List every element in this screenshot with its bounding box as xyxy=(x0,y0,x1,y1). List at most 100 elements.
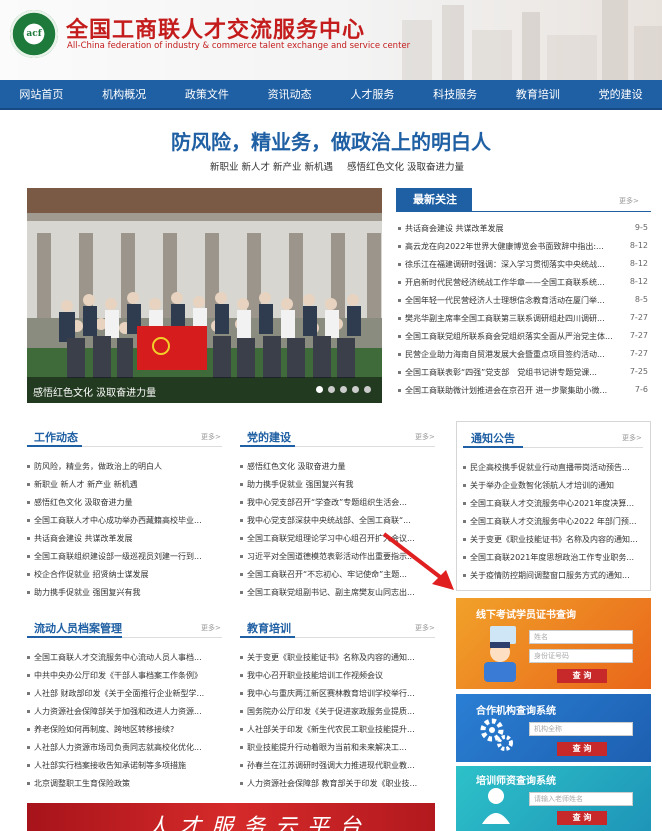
bullet-icon xyxy=(240,519,243,522)
slider-dot-5[interactable] xyxy=(364,386,371,393)
latest-more-link[interactable]: 更多> xyxy=(619,196,639,206)
edu-item[interactable]: 国务院办公厅印发《关于促进家政服务业提质... xyxy=(240,706,430,717)
notice-item[interactable]: 全国工商联人才交流服务中心2022 年部门预... xyxy=(463,516,643,527)
teacher-name-input[interactable]: 请输入老师姓名 xyxy=(529,792,633,806)
flow-item-text: 全国工商联人才交流服务中心流动人员人事档... xyxy=(34,653,202,662)
notice-item-text: 民企高校携手促就业行动直播带岗活动预告... xyxy=(470,463,630,472)
exam-name-input[interactable]: 姓名 xyxy=(529,630,633,644)
nav-education[interactable]: 教育培训 xyxy=(497,80,580,108)
latest-item[interactable]: 高云龙在向2022年世界大健康博览会书面致辞中指出:... xyxy=(398,241,614,252)
group-photo xyxy=(27,188,382,403)
bullet-icon xyxy=(240,782,243,785)
slider-caption[interactable]: 感悟红色文化 汲取奋进力量 xyxy=(33,384,156,399)
photo-slider[interactable]: 感悟红色文化 汲取奋进力量 xyxy=(27,188,382,403)
teacher-query-button[interactable]: 查 询 xyxy=(557,811,607,825)
bullet-icon xyxy=(27,782,30,785)
work-item[interactable]: 共话商会建设 共谋改革发展 xyxy=(27,533,212,544)
bullet-icon xyxy=(398,245,401,248)
archive-more-link[interactable]: 更多> xyxy=(201,623,221,633)
latest-item[interactable]: 徐乐江在福建调研时强调：深入学习贯彻落实中央统战... xyxy=(398,259,614,270)
notice-item[interactable]: 关于举办企业数智化领航人才培训的通知 xyxy=(463,480,643,491)
nav-about[interactable]: 机构概况 xyxy=(83,80,166,108)
bullet-icon xyxy=(27,537,30,540)
flow-item[interactable]: 全国工商联人才交流服务中心流动人员人事档... xyxy=(27,652,212,663)
flow-item[interactable]: 人社部 财政部印发《关于全面推行企业新型学... xyxy=(27,688,212,699)
latest-item[interactable]: 共话商会建设 共谋改革发展 xyxy=(398,223,614,234)
work-item-text: 助力携手促就业 强国复兴有我 xyxy=(34,588,141,597)
edu-item-text: 我中心与重庆两江新区赛林教育培训学校举行... xyxy=(247,689,415,698)
latest-item[interactable]: 全国工商联党组所联系商会党组织落实全面从严治党主体... xyxy=(398,331,614,342)
flow-item[interactable]: 养老保险如何再制度、跨地区转移接续? xyxy=(27,724,212,735)
slider-dot-2[interactable] xyxy=(328,386,335,393)
work-item[interactable]: 感悟红色文化 汲取奋进力量 xyxy=(27,497,212,508)
exam-id-input[interactable]: 身份证号码 xyxy=(529,649,633,663)
work-item[interactable]: 新职业 新人才 新产业 新机遇 xyxy=(27,479,212,490)
banner-text: 人才服务云平台 xyxy=(147,815,372,831)
edu-item[interactable]: 职业技能提升行动着眼为当前和未来解决工... xyxy=(240,742,430,753)
notice-item[interactable]: 民企高校携手促就业行动直播带岗活动预告... xyxy=(463,462,643,473)
edu-item[interactable]: 我中心召开职业技能培训工作视频会议 xyxy=(240,670,430,681)
notice-item[interactable]: 关于变更《职业技能证书》名称及内容的通知... xyxy=(463,534,643,545)
bullet-icon xyxy=(240,537,243,540)
edu-item[interactable]: 关于变更《职业技能证书》名称及内容的通知... xyxy=(240,652,430,663)
party-item[interactable]: 我中心党支部深获中央统战部、全国工商联“... xyxy=(240,515,430,526)
slider-dot-1[interactable] xyxy=(316,386,323,393)
nav-talent[interactable]: 人才服务 xyxy=(331,80,414,108)
notice-item[interactable]: 全国工商联人才交流服务中心2021年度决算... xyxy=(463,498,643,509)
slider-dot-4[interactable] xyxy=(352,386,359,393)
work-item[interactable]: 校企合作促就业 招贤纳士谋发展 xyxy=(27,569,212,580)
notice-item[interactable]: 关于疫情防控期间调整窗口服务方式的通知... xyxy=(463,570,643,581)
org-query-button[interactable]: 查 询 xyxy=(557,742,607,756)
flow-item-text: 人社部实行档案接收告知承诺制等多项措施 xyxy=(34,761,186,770)
nav-tech[interactable]: 科技服务 xyxy=(414,80,497,108)
flow-item[interactable]: 北京调整职工生育保险政策 xyxy=(27,778,212,789)
latest-item[interactable]: 民营企业助力海南自贸港发展大会暨重点项目签约活动... xyxy=(398,349,614,360)
latest-item[interactable]: 全国年轻一代民营经济人士理想信念教育活动在厦门举... xyxy=(398,295,614,306)
talent-cloud-banner[interactable]: 人才服务云平台 xyxy=(27,803,435,831)
work-item[interactable]: 助力携手促就业 强国复兴有我 xyxy=(27,587,212,598)
edu-item[interactable]: 我中心与重庆两江新区赛林教育培训学校举行... xyxy=(240,688,430,699)
gear-icon xyxy=(480,718,513,751)
slider-dot-3[interactable] xyxy=(340,386,347,393)
latest-focus-tab[interactable]: 最新关注 xyxy=(396,188,472,212)
flow-item[interactable]: 人社部实行档案接收告知承诺制等多项措施 xyxy=(27,760,212,771)
bullet-icon xyxy=(398,371,401,374)
work-item[interactable]: 全国工商联组织建设部一级巡视员刘建一行到... xyxy=(27,551,212,562)
bullet-icon xyxy=(463,502,466,505)
latest-item[interactable]: 全国工商联表彰“四强”党支部 党组书记讲专题党课... xyxy=(398,367,614,378)
edu-item-text: 人社部关于印发《新生代农民工职业技能提升... xyxy=(247,725,415,734)
notice-item-text: 全国工商联人才交流服务中心2022 年部门预... xyxy=(470,517,637,526)
edu-item[interactable]: 孙春兰在江苏调研时强调大力推进现代职业教... xyxy=(240,760,430,771)
flow-item[interactable]: 人社部人力资源市场司负责同志就高校化优化... xyxy=(27,742,212,753)
work-more-link[interactable]: 更多> xyxy=(201,432,221,442)
notice-more-link[interactable]: 更多> xyxy=(622,433,642,443)
notice-item[interactable]: 全国工商联2021年度思想政治工作专业职务... xyxy=(463,552,643,563)
bullet-icon xyxy=(240,674,243,677)
nav-party[interactable]: 党的建设 xyxy=(579,80,662,108)
work-item[interactable]: 全国工商联人才中心成功举办西藏籍高校毕业... xyxy=(27,515,212,526)
party-more-link[interactable]: 更多> xyxy=(415,432,435,442)
headline-sub-2[interactable]: 感悟红色文化 汲取奋进力量 xyxy=(347,159,464,173)
work-item[interactable]: 防风险，精业务，做政治上的明白人 xyxy=(27,461,212,472)
org-name-input[interactable]: 机构全称 xyxy=(529,722,633,736)
party-item[interactable]: 我中心党支部召开“学查改”专题组织生活会... xyxy=(240,497,430,508)
party-item[interactable]: 助力携手促就业 强国复兴有我 xyxy=(240,479,430,490)
flow-item[interactable]: 中共中央办公厅印发《干部人事档案工作条例》 xyxy=(27,670,212,681)
latest-item[interactable]: 全国工商联助微计划推进会在京召开 进一步聚集助小微... xyxy=(398,385,614,396)
exam-query-button[interactable]: 查 询 xyxy=(557,669,607,683)
headline-sub-1[interactable]: 新职业 新人才 新产业 新机遇 xyxy=(210,159,333,173)
latest-item[interactable]: 开启新时代民营经济统战工作华章——全国工商联系统... xyxy=(398,277,614,288)
flow-item[interactable]: 人力资源社会保障部关于加强和改进人力资源... xyxy=(27,706,212,717)
edu-item[interactable]: 人社部关于印发《新生代农民工职业技能提升... xyxy=(240,724,430,735)
nav-policy[interactable]: 政策文件 xyxy=(166,80,249,108)
nav-news[interactable]: 资讯动态 xyxy=(248,80,331,108)
party-item[interactable]: 感悟红色文化 汲取奋进力量 xyxy=(240,461,430,472)
nav-home[interactable]: 网站首页 xyxy=(0,80,83,108)
edu-item[interactable]: 人力资源社会保障部 教育部关于印发《职业技... xyxy=(240,778,430,789)
latest-item[interactable]: 樊兆华副主席率全国工商联第三联系调研组赴四川调研... xyxy=(398,313,614,324)
headline[interactable]: 防风险，精业务，做政治上的明白人 xyxy=(0,126,662,155)
bullet-icon xyxy=(398,389,401,392)
site-logo[interactable]: acf xyxy=(10,10,58,58)
bullet-icon xyxy=(463,538,466,541)
edu-more-link[interactable]: 更多> xyxy=(415,623,435,633)
